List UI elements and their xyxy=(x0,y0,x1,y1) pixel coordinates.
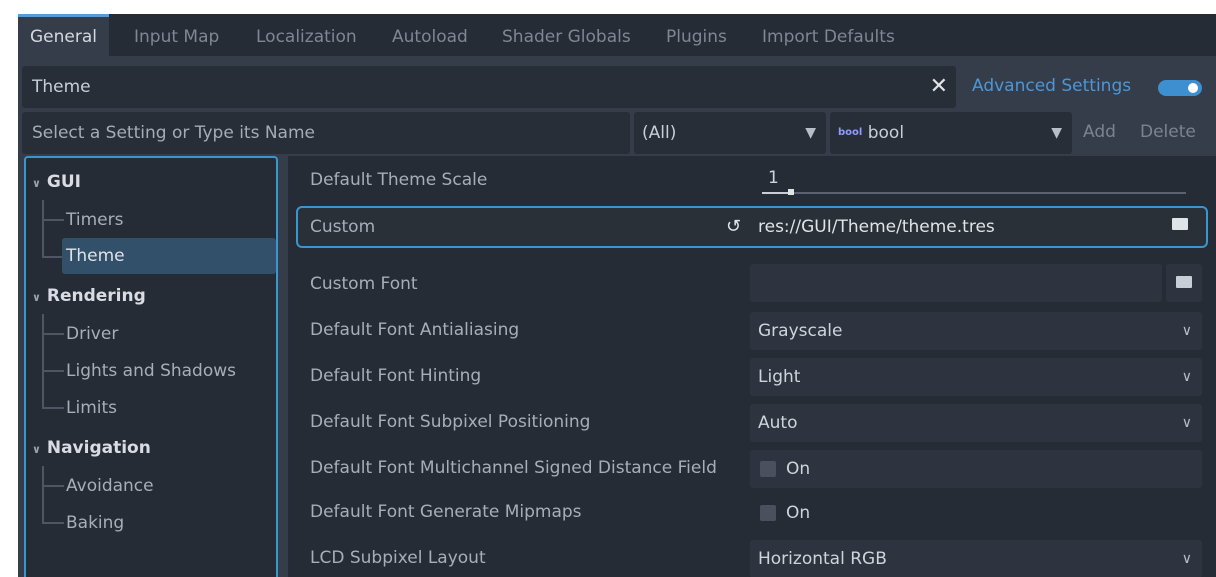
checkbox-label: On xyxy=(786,459,811,479)
setting-name-input[interactable]: Select a Setting or Type its Name xyxy=(22,112,630,154)
property-label: Default Font Hinting xyxy=(310,366,482,386)
tree-connector xyxy=(42,256,64,258)
setting-type-value: bool xyxy=(867,123,905,143)
tree-connector xyxy=(42,333,64,335)
close-icon[interactable]: ✕ xyxy=(930,66,948,108)
tab-shader-globals[interactable]: Shader Globals xyxy=(502,14,631,56)
setting-name-placeholder: Select a Setting or Type its Name xyxy=(32,123,315,143)
tree-item-label: Theme xyxy=(66,246,125,266)
toggle-knob xyxy=(1188,83,1198,93)
revert-icon[interactable]: ↺ xyxy=(726,208,741,246)
select-value: Grayscale xyxy=(758,321,843,341)
subpixel-positioning-select[interactable]: Auto ∨ xyxy=(750,404,1202,442)
tree-item-timers[interactable]: Timers xyxy=(66,202,123,238)
chevron-down-icon: ▼ xyxy=(805,125,816,141)
chevron-down-icon: ∨ xyxy=(1181,551,1192,567)
advanced-settings-toggle[interactable] xyxy=(1158,80,1202,96)
feature-scope-value: (All) xyxy=(642,123,677,143)
settings-filter-input[interactable]: Theme ✕ xyxy=(22,66,956,108)
property-label: Default Font Multichannel Signed Distanc… xyxy=(310,458,717,478)
property-row-custom[interactable]: Custom ↺ res://GUI/Theme/theme.tres xyxy=(296,206,1208,248)
select-value: Light xyxy=(758,367,801,387)
tree-category-label: Navigation xyxy=(46,438,151,458)
tree-category-gui[interactable]: ∨ GUI xyxy=(32,164,81,200)
feature-scope-select[interactable]: (All) ▼ xyxy=(634,112,826,154)
checkbox-box[interactable] xyxy=(760,505,776,521)
mipmaps-checkbox[interactable]: On xyxy=(750,494,1202,532)
property-label: Custom xyxy=(310,217,376,237)
chevron-down-icon: ∨ xyxy=(32,291,41,304)
add-button[interactable]: Add xyxy=(1083,122,1116,142)
load-font-button[interactable] xyxy=(1166,264,1202,302)
hinting-select[interactable]: Light ∨ xyxy=(750,358,1202,396)
setting-type-select[interactable]: bool bool ▼ xyxy=(830,112,1072,154)
advanced-settings-label[interactable]: Advanced Settings xyxy=(972,76,1131,96)
chevron-down-icon: ▼ xyxy=(1051,125,1062,141)
property-inspector: Default Theme Scale 1 Custom ↺ res://GUI… xyxy=(288,156,1216,577)
slider-track xyxy=(762,192,1186,194)
chevron-down-icon: ∨ xyxy=(1181,415,1192,431)
tab-plugins[interactable]: Plugins xyxy=(666,14,727,56)
tree-connector xyxy=(42,407,64,409)
tree-item-driver[interactable]: Driver xyxy=(66,316,118,352)
theme-scale-value: 1 xyxy=(768,168,779,188)
settings-filter-value: Theme xyxy=(32,77,91,97)
slider-grabber[interactable] xyxy=(788,189,794,195)
property-label: Default Theme Scale xyxy=(310,170,488,190)
tree-category-label: Rendering xyxy=(46,286,146,306)
slider-fill xyxy=(762,192,790,194)
custom-font-field[interactable] xyxy=(750,264,1162,302)
chevron-down-icon: ∨ xyxy=(1181,323,1192,339)
chevron-down-icon: ∨ xyxy=(32,443,41,456)
bool-type-icon: bool xyxy=(838,127,863,138)
theme-scale-slider[interactable]: 1 xyxy=(750,160,1186,200)
msdf-checkbox[interactable]: On xyxy=(750,450,1202,488)
tree-item-lights-and-shadows[interactable]: Lights and Shadows xyxy=(66,353,236,389)
checkbox-label: On xyxy=(786,503,811,523)
chevron-down-icon: ∨ xyxy=(32,177,41,190)
tree-item-baking[interactable]: Baking xyxy=(66,505,124,541)
checkbox-box[interactable] xyxy=(760,461,776,477)
tab-autoload[interactable]: Autoload xyxy=(392,14,468,56)
property-label: Default Font Subpixel Positioning xyxy=(310,412,591,432)
tree-category-rendering[interactable]: ∨ Rendering xyxy=(32,278,146,314)
antialiasing-select[interactable]: Grayscale ∨ xyxy=(750,312,1202,350)
tree-connector xyxy=(42,219,64,221)
project-settings-panel: General Input Map Localization Autoload … xyxy=(18,14,1216,577)
tree-connector xyxy=(42,370,64,372)
chevron-down-icon: ∨ xyxy=(1181,369,1192,385)
tree-item-avoidance[interactable]: Avoidance xyxy=(66,468,154,504)
tab-general[interactable]: General xyxy=(18,14,109,56)
tab-import-defaults[interactable]: Import Defaults xyxy=(762,14,895,56)
tree-connector xyxy=(42,200,44,256)
property-label: Default Font Generate Mipmaps xyxy=(310,502,582,522)
property-label: LCD Subpixel Layout xyxy=(310,548,486,568)
delete-button[interactable]: Delete xyxy=(1140,122,1196,142)
folder-icon xyxy=(1176,276,1192,288)
tree-category-label: GUI xyxy=(46,172,81,192)
lcd-subpixel-layout-select[interactable]: Horizontal RGB ∨ xyxy=(750,540,1202,577)
tree-category-navigation[interactable]: ∨ Navigation xyxy=(32,430,151,466)
tree-connector xyxy=(42,522,64,524)
settings-section-tree: ∨ GUI Timers Theme ∨ Rendering Driver Li… xyxy=(24,156,278,577)
tab-localization[interactable]: Localization xyxy=(256,14,357,56)
tree-connector xyxy=(42,314,44,408)
select-value: Auto xyxy=(758,413,798,433)
tree-item-limits[interactable]: Limits xyxy=(66,390,117,426)
tree-connector xyxy=(42,466,44,524)
property-label: Custom Font xyxy=(310,274,418,294)
tab-input-map[interactable]: Input Map xyxy=(134,14,219,56)
app-root: General Input Map Localization Autoload … xyxy=(0,0,1216,577)
tree-item-theme[interactable]: Theme xyxy=(62,238,276,274)
folder-icon[interactable] xyxy=(1172,218,1188,230)
property-label: Default Font Antialiasing xyxy=(310,320,520,340)
tree-connector xyxy=(42,485,64,487)
select-value: Horizontal RGB xyxy=(758,549,887,569)
resource-path-value[interactable]: res://GUI/Theme/theme.tres xyxy=(758,208,995,246)
